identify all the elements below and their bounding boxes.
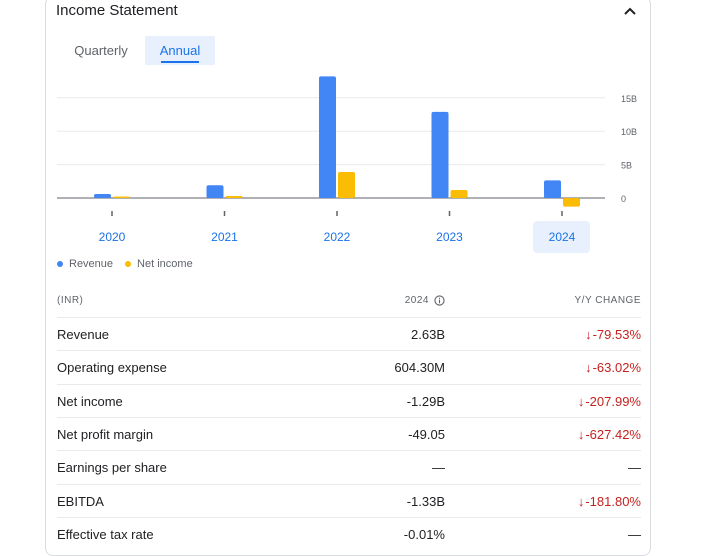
row-value: -1.33B — [406, 493, 445, 509]
table-row: Net profit margin -49.05 ↓-627.42% — [57, 416, 641, 451]
bar-revenue — [206, 185, 224, 198]
bar-net-income — [225, 195, 243, 198]
row-change-value: -627.42% — [585, 426, 641, 442]
row-change: — — [628, 527, 641, 542]
chart-legend: Revenue Net income — [57, 258, 193, 270]
bar-net-income — [113, 196, 130, 198]
row-value: 2.63B — [411, 327, 445, 342]
row-change-value: -207.99% — [585, 393, 641, 409]
bar-revenue — [319, 76, 336, 198]
bar-net-income — [450, 189, 468, 198]
legend-label-revenue: Revenue — [69, 258, 114, 270]
header-yy-change: Y/Y CHANGE — [574, 295, 641, 306]
row-value: -0.01% — [403, 526, 445, 542]
x-category-label: 2023 — [436, 230, 463, 244]
bar-net-income — [563, 198, 580, 207]
header-year-label: 2024 — [404, 295, 429, 306]
row-label: Revenue — [57, 327, 110, 342]
legend-item-revenue: Revenue — [57, 258, 113, 270]
row-change-value: -79.53% — [592, 327, 641, 342]
x-category-label: 2021 — [211, 230, 238, 244]
table-row: Operating expense 604.30M ↓-63.02% — [57, 350, 641, 384]
info-icon[interactable] — [434, 295, 445, 306]
row-label: Effective tax rate — [57, 526, 154, 542]
y-tick-label: 5B — [621, 161, 632, 171]
legend-item-net-income: Net income — [125, 258, 193, 270]
x-tick-mark — [223, 211, 226, 216]
arrow-down-icon: ↓ — [585, 327, 592, 342]
row-label: Net profit margin — [57, 426, 154, 442]
x-tick-mark — [336, 211, 338, 216]
row-value: -1.29B — [406, 393, 445, 409]
x-tick-mark — [111, 211, 113, 216]
row-value: — — [432, 460, 445, 476]
row-change-value: — — [628, 460, 641, 476]
row-change: — — [628, 460, 641, 475]
arrow-down-icon: ↓ — [585, 360, 592, 376]
arrow-down-icon: ↓ — [577, 426, 585, 442]
row-label: EBITDA — [57, 493, 104, 509]
row-change: ↓-63.02% — [585, 360, 641, 375]
row-label: Operating expense — [57, 360, 167, 376]
bar-revenue — [431, 111, 449, 198]
table-row: Revenue 2.63B ↓-79.53% — [57, 317, 641, 351]
y-tick-label: 15B — [621, 94, 637, 104]
x-category-label: 2022 — [324, 230, 351, 244]
x-tick-mark — [561, 211, 563, 216]
bar-net-income — [338, 171, 355, 198]
table-row: Effective tax rate -0.01% — — [57, 516, 641, 551]
row-change: ↓-79.53% — [585, 327, 641, 342]
x-category-label: 2024 — [549, 230, 576, 244]
header-year: 2024 — [405, 295, 445, 306]
table-row: EBITDA -1.33B ↓-181.80% — [57, 483, 641, 518]
y-tick-label: 0 — [621, 194, 626, 204]
header-currency: (INR) — [57, 295, 84, 306]
table-row: Net income -1.29B ↓-207.99% — [57, 383, 641, 418]
y-tick-label: 10B — [621, 127, 637, 137]
legend-dot-revenue — [57, 261, 63, 267]
legend-dot-net-income — [125, 261, 132, 267]
row-label: Net income — [57, 393, 123, 409]
row-change-value: -63.02% — [592, 360, 641, 376]
x-category-label: 2020 — [99, 230, 126, 244]
income-chart: 15B 10B 5B 0 2020 2021 2022 2023 2024 — [57, 76, 637, 244]
arrow-down-icon: ↓ — [577, 393, 585, 409]
row-change-value: — — [628, 526, 641, 542]
row-change-value: -181.80% — [585, 493, 641, 509]
table-header: (INR) 2024 Y/Y CHANGE — [57, 290, 641, 314]
arrow-down-icon: ↓ — [577, 493, 585, 509]
row-change: ↓-181.80% — [578, 494, 641, 509]
row-label: Earnings per share — [57, 460, 167, 476]
row-value: -49.05 — [408, 426, 445, 442]
bar-revenue — [94, 193, 111, 198]
x-tick-mark — [448, 211, 451, 216]
bar-revenue — [544, 180, 561, 198]
legend-label-net-income: Net income — [137, 258, 193, 270]
row-change: ↓-207.99% — [578, 394, 641, 409]
row-change: ↓-627.42% — [578, 427, 641, 442]
row-value: 604.30M — [394, 360, 445, 376]
table-row: Earnings per share — — — [57, 450, 641, 484]
